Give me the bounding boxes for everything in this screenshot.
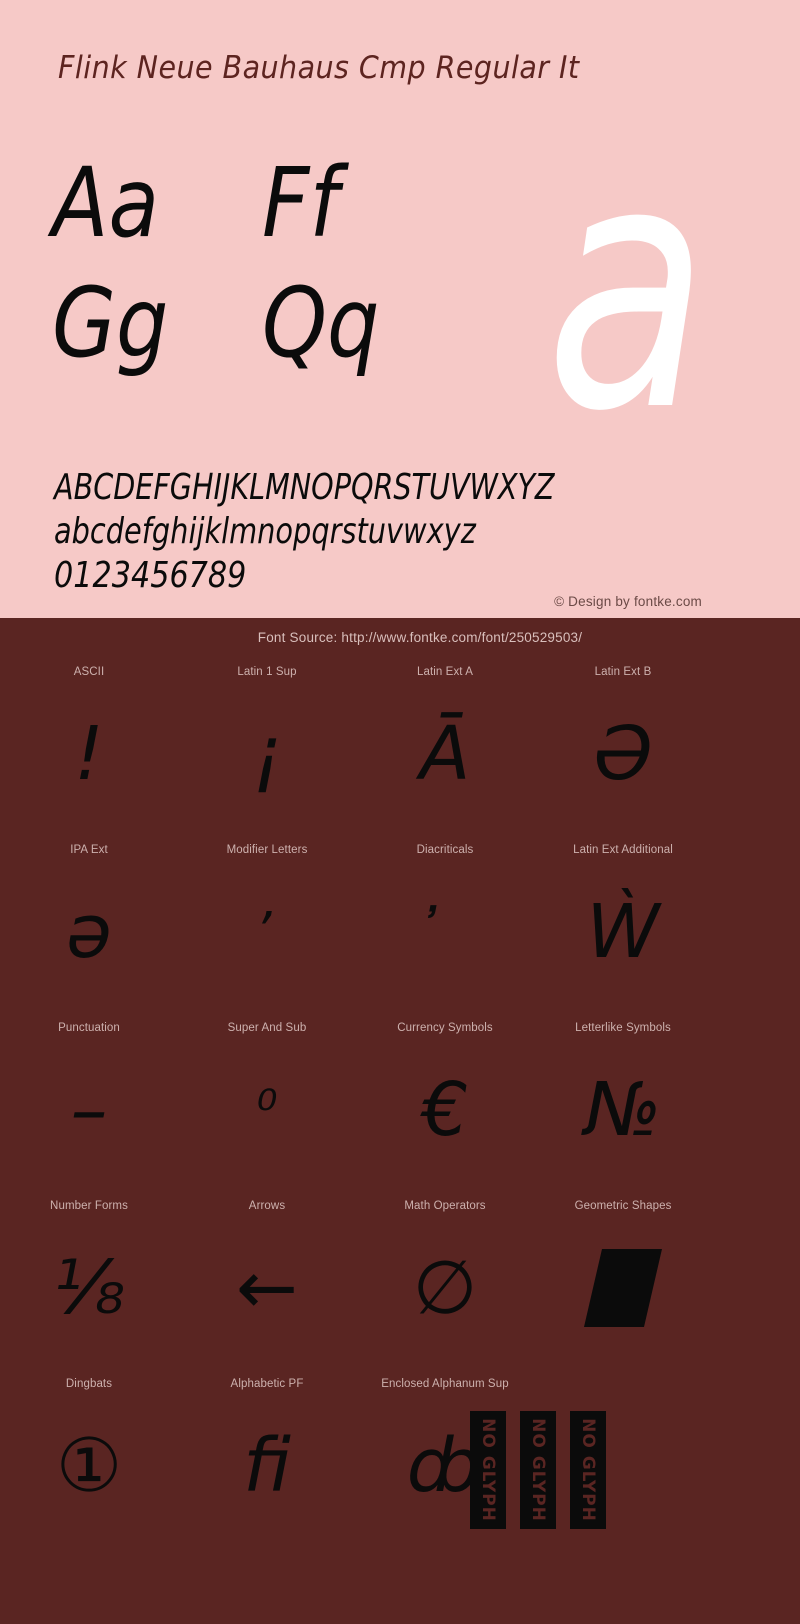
font-title: Flink Neue Bauhaus Cmp Regular It — [58, 50, 580, 86]
unicode-block-row: IPA Ext ə Modifier Letters ʼ Diacritical… — [0, 832, 800, 1010]
unicode-block-geometric-shapes: Geometric Shapes — [534, 1188, 712, 1366]
block-label: Arrows — [248, 1200, 286, 1212]
block-label: Latin Ext Additional — [573, 844, 673, 856]
block-label: Geometric Shapes — [574, 1200, 672, 1212]
no-glyph-box: NO GLYPH — [470, 1411, 506, 1529]
block-label: Super And Sub — [227, 1022, 307, 1034]
unicode-block-latin-ext-additional: Latin Ext Additional Ẁ — [534, 832, 712, 1010]
block-sample-glyph: – — [70, 1067, 108, 1153]
unicode-block-number-forms: Number Forms ⅛ — [0, 1188, 178, 1366]
block-sample-glyph: ¡ — [252, 711, 282, 797]
unicode-block-math-operators: Math Operators ∅ — [356, 1188, 534, 1366]
unicode-block-ipa-ext: IPA Ext ə — [0, 832, 178, 1010]
unicode-block-row: Punctuation – Super And Sub ⁰ Currency S… — [0, 1010, 800, 1188]
lowercase-alphabet: abcdefghijklmnopqrstuvwxyz — [54, 511, 476, 552]
block-sample-glyph: ① — [55, 1423, 123, 1509]
block-label: Alphabetic PF — [230, 1378, 304, 1390]
unicode-block-punctuation: Punctuation – — [0, 1010, 178, 1188]
digit-sequence: 0123456789 — [54, 555, 247, 596]
large-sample-glyph: a — [545, 90, 708, 486]
alphabet-block: ABCDEFGHIJKLMNOPQRSTUVWXYZ abcdefghijklm… — [54, 466, 754, 598]
block-label: Modifier Letters — [226, 844, 308, 856]
unicode-blocks-grid: ASCII ! Latin 1 Sup ¡ Latin Ext A Ā Lati… — [0, 654, 800, 1544]
uppercase-alphabet: ABCDEFGHIJKLMNOPQRSTUVWXYZ — [54, 467, 555, 508]
letter-pair-row: Gg Qq — [52, 267, 472, 390]
block-sample-glyph: € — [421, 1067, 469, 1153]
block-sample-glyph: ﬁ — [243, 1423, 291, 1509]
block-label: Math Operators — [404, 1200, 486, 1212]
unicode-block-diacriticals: Diacriticals ̓ — [356, 832, 534, 1010]
block-label: Dingbats — [65, 1378, 113, 1390]
block-sample-glyph: Ā — [419, 711, 471, 797]
block-label: Letterlike Symbols — [575, 1022, 671, 1034]
unicode-block-row: Dingbats ① Alphabetic PF ﬁ Enclosed Alph… — [0, 1366, 800, 1544]
unicode-block-latin-1-sup: Latin 1 Sup ¡ — [178, 654, 356, 832]
unicode-block-row: ASCII ! Latin 1 Sup ¡ Latin Ext A Ā Lati… — [0, 654, 800, 832]
block-sample-glyph: ⅛ — [53, 1245, 125, 1331]
unicode-block-dingbats: Dingbats ① — [0, 1366, 178, 1544]
block-sample-glyph: ! — [74, 711, 104, 797]
font-source-label: Font Source: http://www.fontke.com/font/… — [257, 630, 583, 645]
block-sample-glyph: ← — [235, 1245, 298, 1331]
block-sample-glyph — [534, 1218, 712, 1358]
unicode-block-ascii: ASCII ! — [0, 654, 178, 832]
block-sample-glyph: Ə — [593, 711, 653, 797]
unicode-block-alphabetic-pf: Alphabetic PF ﬁ — [178, 1366, 356, 1544]
no-glyph-label: NO GLYPH — [578, 1418, 598, 1522]
unicode-block-currency-symbols: Currency Symbols € — [356, 1010, 534, 1188]
unicode-block-super-and-sub: Super And Sub ⁰ — [178, 1010, 356, 1188]
letter-pair-row: Aa Ff — [52, 147, 472, 270]
block-sample-glyph: ̓ — [356, 862, 534, 1002]
block-label: Diacriticals — [416, 844, 474, 856]
block-sample-glyph: ə — [66, 889, 112, 975]
block-sample-glyph: ⁰ — [256, 1080, 278, 1140]
block-sample-glyph: № — [584, 1067, 662, 1153]
block-label: Latin Ext A — [416, 666, 474, 678]
unicode-block-arrows: Arrows ← — [178, 1188, 356, 1366]
letter-pair-aa: Aa — [52, 147, 160, 259]
specimen-panel: Flink Neue Bauhaus Cmp Regular It a Aa F… — [0, 0, 800, 618]
unicode-coverage-panel: Font Source: http://www.fontke.com/font/… — [0, 618, 800, 1624]
block-sample-glyph: ʼ — [258, 902, 276, 962]
block-label: Enclosed Alphanum Sup — [381, 1378, 509, 1390]
no-glyph-box: NO GLYPH — [520, 1411, 556, 1529]
letter-pair-grid: Aa Ff Gg Qq — [52, 147, 472, 390]
no-glyph-box: NO GLYPH — [570, 1411, 606, 1529]
block-sample-glyph: ∅ — [412, 1245, 478, 1331]
filled-parallelogram-icon — [583, 1249, 663, 1327]
unicode-block-letterlike-symbols: Letterlike Symbols № — [534, 1010, 712, 1188]
letter-pair-gg: Gg — [52, 267, 169, 379]
unicode-block-row: Number Forms ⅛ Arrows ← Math Operators ∅… — [0, 1188, 800, 1366]
no-glyph-strip: NO GLYPH NO GLYPH NO GLYPH — [470, 1411, 606, 1529]
block-label: ASCII — [73, 666, 105, 678]
block-label: Punctuation — [58, 1022, 120, 1034]
unicode-block-latin-ext-a: Latin Ext A Ā — [356, 654, 534, 832]
unicode-block-latin-ext-b: Latin Ext B Ə — [534, 654, 712, 832]
letter-pair-qq: Qq — [262, 267, 380, 379]
copyright-notice: © Design by fontke.com — [554, 594, 702, 609]
block-label: Number Forms — [50, 1200, 128, 1212]
letter-pair-ff: Ff — [262, 147, 339, 259]
block-sample-glyph: Ẁ — [586, 889, 660, 975]
block-label: IPA Ext — [70, 844, 108, 856]
block-label: Latin 1 Sup — [237, 666, 297, 678]
no-glyph-label: NO GLYPH — [478, 1418, 498, 1522]
unicode-block-modifier-letters: Modifier Letters ʼ — [178, 832, 356, 1010]
block-label: Currency Symbols — [397, 1022, 493, 1034]
no-glyph-label: NO GLYPH — [528, 1418, 548, 1522]
block-label: Latin Ext B — [594, 666, 652, 678]
